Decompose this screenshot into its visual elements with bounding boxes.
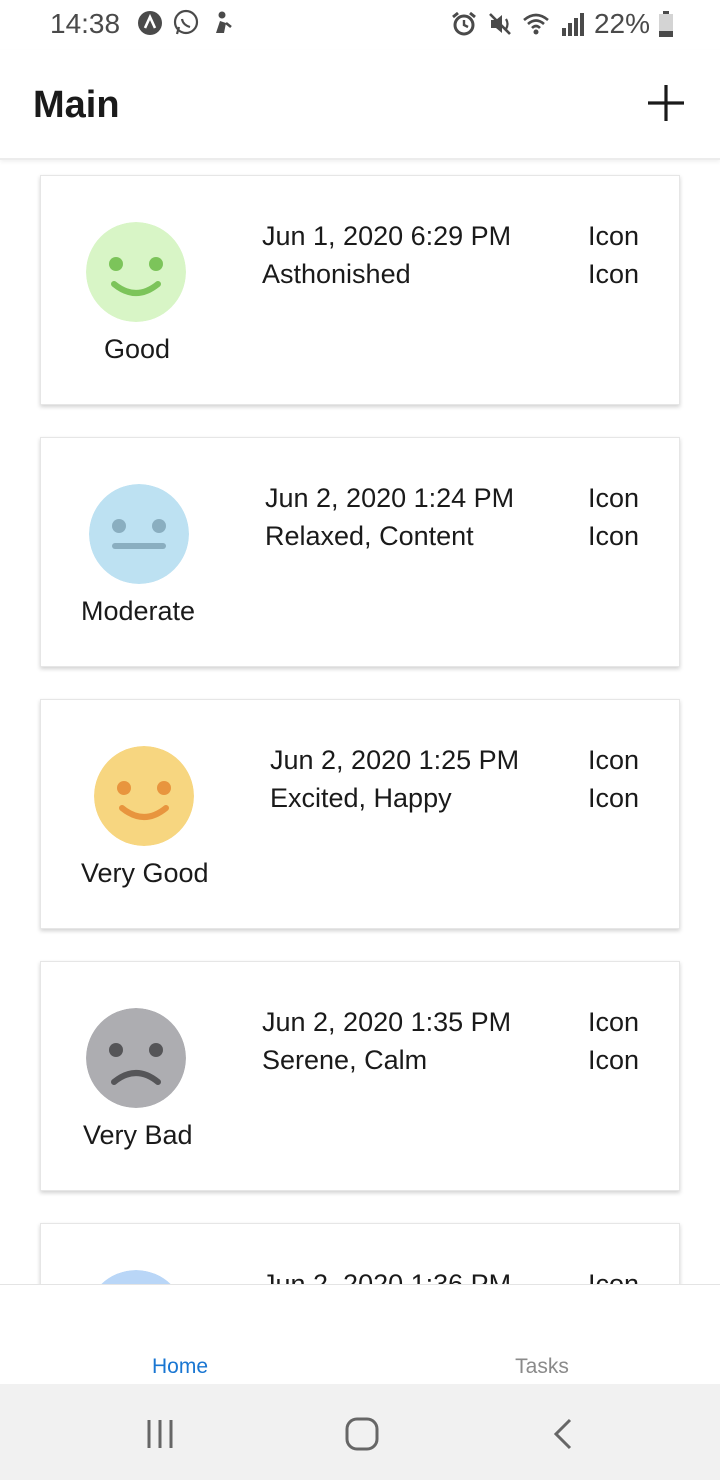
status-right-icons: 22% <box>450 8 674 40</box>
add-entry-button[interactable] <box>646 83 686 123</box>
entry-date: Jun 2, 2020 1:35 PM <box>262 1007 512 1037</box>
entry-card[interactable]: Very Bad Jun 2, 2020 1:35 PM Serene, Cal… <box>40 961 680 1191</box>
whatsapp-icon <box>173 9 199 35</box>
mood-face-icon <box>86 1008 186 1108</box>
mood-label: Good <box>104 334 171 364</box>
mute-icon <box>489 13 511 35</box>
entry-description: Asthonished <box>262 259 411 289</box>
tab-home[interactable]: Home <box>100 1355 260 1379</box>
status-left-icons <box>136 9 236 37</box>
entry-icon-2[interactable]: Icon <box>588 783 639 814</box>
home-icon[interactable] <box>342 1414 382 1454</box>
wifi-icon <box>523 13 549 35</box>
entry-description: Serene, Calm <box>262 1045 428 1075</box>
entry-description: Excited, Happy <box>270 783 452 813</box>
face-circle <box>86 222 186 322</box>
entries-list[interactable]: Good Jun 1, 2020 6:29 PM Asthonished Ico… <box>0 162 720 1284</box>
entry-card[interactable]: Very Good Jun 2, 2020 1:25 PM Excited, H… <box>40 699 680 929</box>
app-icon <box>138 11 162 35</box>
mood-face-icon <box>86 222 186 322</box>
entry-icon-2[interactable]: Icon <box>588 1045 639 1076</box>
app-header: Main <box>0 50 720 160</box>
tab-tasks[interactable]: Tasks <box>462 1355 622 1379</box>
alarm-icon <box>452 11 476 36</box>
mood-face-icon <box>94 746 194 846</box>
fitness-icon <box>216 11 232 33</box>
recents-icon[interactable] <box>140 1414 180 1454</box>
entry-card[interactable]: Good Jun 1, 2020 6:29 PM Asthonished Ico… <box>40 175 680 405</box>
plus-icon <box>648 85 684 121</box>
entry-date: Jun 2, 2020 1:36 PM <box>262 1269 512 1284</box>
entry-date: Jun 1, 2020 6:29 PM <box>262 221 512 251</box>
mood-face-icon <box>101 1270 171 1284</box>
battery-percent: 22% <box>593 8 650 39</box>
entry-icon-2[interactable]: Icon <box>588 259 639 290</box>
status-time: 14:38 <box>50 8 121 39</box>
entry-description: Relaxed, Content <box>265 521 474 551</box>
entry-card[interactable]: Jun 2, 2020 1:36 PM Icon <box>40 1223 680 1284</box>
mood-label: Moderate <box>81 596 196 626</box>
mood-label: Very Good <box>81 858 209 888</box>
entry-date: Jun 2, 2020 1:24 PM <box>265 483 515 513</box>
signal-icon <box>561 13 584 36</box>
entry-date: Jun 2, 2020 1:25 PM <box>270 745 520 775</box>
bottom-tab-bar: Home Tasks <box>0 1284 720 1384</box>
system-nav-bar <box>0 1384 720 1480</box>
entry-icon-2[interactable]: Icon <box>588 521 639 552</box>
entry-icon-1[interactable]: Icon <box>588 1269 639 1284</box>
status-bar: 14:38 22% <box>0 0 720 50</box>
page-title: Main <box>33 84 120 126</box>
entry-card[interactable]: Moderate Jun 2, 2020 1:24 PM Relaxed, Co… <box>40 437 680 667</box>
entry-icon-1[interactable]: Icon <box>588 745 639 776</box>
back-icon[interactable] <box>544 1414 584 1454</box>
entry-icon-1[interactable]: Icon <box>588 1007 639 1038</box>
mood-label: Very Bad <box>83 1120 193 1150</box>
battery-icon <box>659 11 673 37</box>
mood-face-icon <box>89 484 189 584</box>
entry-icon-1[interactable]: Icon <box>588 221 639 252</box>
entry-icon-1[interactable]: Icon <box>588 483 639 514</box>
